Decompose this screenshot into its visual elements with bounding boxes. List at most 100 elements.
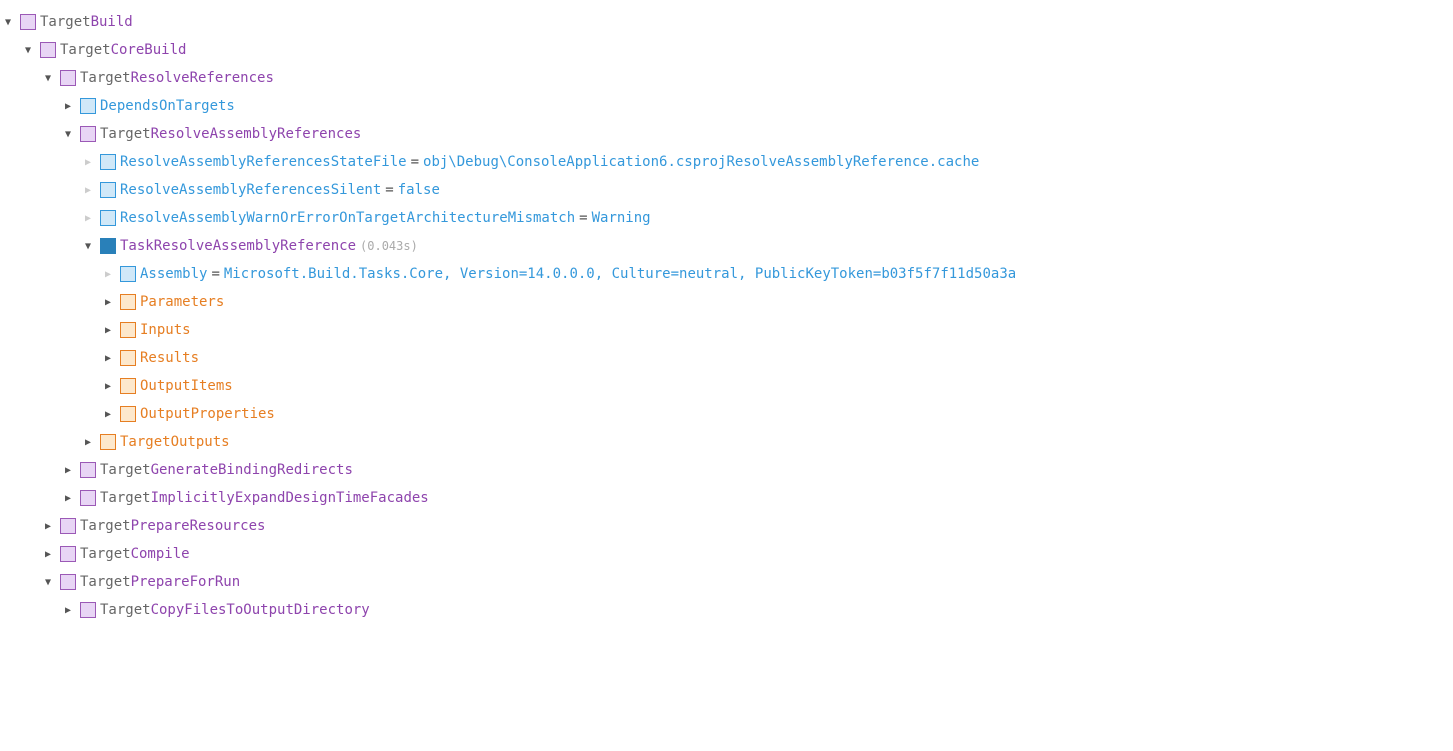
expand-toggle-expanded[interactable] bbox=[0, 14, 16, 30]
node-icon-blue bbox=[100, 210, 116, 226]
node-assign: = bbox=[207, 266, 223, 282]
tree-row-resolvereferences[interactable]: Target ResolveReferences bbox=[0, 64, 1453, 92]
node-name: Assembly bbox=[140, 266, 207, 282]
expand-toggle-expanded[interactable] bbox=[80, 238, 96, 254]
node-prefix: Target bbox=[100, 490, 151, 506]
node-icon-purple bbox=[80, 602, 96, 618]
node-icon-orange bbox=[100, 434, 116, 450]
tree-row-assembly[interactable]: Assembly=Microsoft.Build.Tasks.Core, Ver… bbox=[0, 260, 1453, 288]
node-value: Warning bbox=[592, 210, 651, 226]
node-icon-blue bbox=[120, 266, 136, 282]
node-name: CoreBuild bbox=[111, 42, 187, 58]
node-name: ResolveAssemblyReferences bbox=[151, 126, 362, 142]
node-value: false bbox=[398, 182, 440, 198]
node-name: Build bbox=[91, 14, 133, 30]
node-name: Results bbox=[140, 350, 199, 366]
node-name: ResolveAssemblyReferencesStateFile bbox=[120, 154, 407, 170]
tree-row-compile[interactable]: Target Compile bbox=[0, 540, 1453, 568]
tree-row-resolvetask[interactable]: Task ResolveAssemblyReference(0.043s) bbox=[0, 232, 1453, 260]
tree-row-inputs[interactable]: Inputs bbox=[0, 316, 1453, 344]
node-icon-orange bbox=[120, 350, 136, 366]
tree-row-parameters[interactable]: Parameters bbox=[0, 288, 1453, 316]
expand-toggle-empty bbox=[80, 182, 96, 198]
node-prefix: Target bbox=[100, 462, 151, 478]
node-icon-purple bbox=[60, 70, 76, 86]
tree-row-build[interactable]: Target Build bbox=[0, 8, 1453, 36]
tree-row-results[interactable]: Results bbox=[0, 344, 1453, 372]
node-icon-purple bbox=[80, 462, 96, 478]
expand-toggle-collapsed[interactable] bbox=[60, 490, 76, 506]
node-icon-orange bbox=[120, 406, 136, 422]
node-assign: = bbox=[407, 154, 423, 170]
node-icon-purple bbox=[80, 490, 96, 506]
node-prefix: Target bbox=[60, 42, 111, 58]
expand-toggle-collapsed[interactable] bbox=[60, 98, 76, 114]
expand-toggle-collapsed[interactable] bbox=[80, 434, 96, 450]
node-name: PrepareResources bbox=[131, 518, 266, 534]
node-name: ResolveAssemblyReferencesSilent bbox=[120, 182, 381, 198]
tree-row-implicitlyexpand[interactable]: Target ImplicitlyExpandDesignTimeFacades bbox=[0, 484, 1453, 512]
expand-toggle-empty bbox=[100, 266, 116, 282]
node-name: ResolveAssemblyReference bbox=[154, 238, 356, 254]
node-name: Parameters bbox=[140, 294, 224, 310]
tree-row-resolveassemblyreferences[interactable]: Target ResolveAssemblyReferences bbox=[0, 120, 1453, 148]
node-value: obj\Debug\ConsoleApplication6.csprojReso… bbox=[423, 154, 979, 170]
node-prefix: Target bbox=[100, 602, 151, 618]
expand-toggle-collapsed[interactable] bbox=[60, 462, 76, 478]
node-assign: = bbox=[381, 182, 397, 198]
tree-row-copyfiles[interactable]: Target CopyFilesToOutputDirectory bbox=[0, 596, 1453, 624]
tree-row-statefile[interactable]: ResolveAssemblyReferencesStateFile=obj\D… bbox=[0, 148, 1453, 176]
node-icon-blue bbox=[100, 154, 116, 170]
node-name: DependsOnTargets bbox=[100, 98, 235, 114]
tree-row-silent[interactable]: ResolveAssemblyReferencesSilent=false bbox=[0, 176, 1453, 204]
node-name: ImplicitlyExpandDesignTimeFacades bbox=[151, 490, 429, 506]
node-name: OutputItems bbox=[140, 378, 233, 394]
tree-row-corebuild[interactable]: Target CoreBuild bbox=[0, 36, 1453, 64]
expand-toggle-collapsed[interactable] bbox=[100, 350, 116, 366]
expand-toggle-expanded[interactable] bbox=[40, 574, 56, 590]
tree-row-outputitems[interactable]: OutputItems bbox=[0, 372, 1453, 400]
expand-toggle-collapsed[interactable] bbox=[100, 406, 116, 422]
tree-row-prepareforrun[interactable]: Target PrepareForRun bbox=[0, 568, 1453, 596]
msbuild-tree: Target BuildTarget CoreBuildTarget Resol… bbox=[0, 8, 1453, 624]
expand-toggle-collapsed[interactable] bbox=[100, 378, 116, 394]
expand-toggle-empty bbox=[80, 154, 96, 170]
node-name: PrepareForRun bbox=[131, 574, 241, 590]
node-icon-orange bbox=[120, 294, 136, 310]
node-assign: = bbox=[575, 210, 591, 226]
node-prefix: Target bbox=[100, 126, 151, 142]
node-icon-orange bbox=[120, 378, 136, 394]
node-icon-purple bbox=[60, 518, 76, 534]
node-name: ResolveReferences bbox=[131, 70, 274, 86]
node-icon-purple bbox=[60, 574, 76, 590]
node-prefix: Task bbox=[120, 238, 154, 254]
expand-toggle-collapsed[interactable] bbox=[40, 518, 56, 534]
node-prefix: Target bbox=[40, 14, 91, 30]
node-value: Microsoft.Build.Tasks.Core, Version=14.0… bbox=[224, 266, 1016, 282]
node-name: TargetOutputs bbox=[120, 434, 230, 450]
expand-toggle-collapsed[interactable] bbox=[60, 602, 76, 618]
node-name: Inputs bbox=[140, 322, 191, 338]
node-icon-purple bbox=[60, 546, 76, 562]
node-icon-purple bbox=[80, 126, 96, 142]
expand-toggle-expanded[interactable] bbox=[20, 42, 36, 58]
expand-toggle-empty bbox=[80, 210, 96, 226]
tree-row-generatebinding[interactable]: Target GenerateBindingRedirects bbox=[0, 456, 1453, 484]
expand-toggle-collapsed[interactable] bbox=[100, 294, 116, 310]
tree-row-outputprops[interactable]: OutputProperties bbox=[0, 400, 1453, 428]
node-icon-purple bbox=[20, 14, 36, 30]
tree-row-dependsontargets[interactable]: DependsOnTargets bbox=[0, 92, 1453, 120]
expand-toggle-expanded[interactable] bbox=[40, 70, 56, 86]
expand-toggle-collapsed[interactable] bbox=[40, 546, 56, 562]
node-name: Compile bbox=[131, 546, 190, 562]
tree-row-prepareresources[interactable]: Target PrepareResources bbox=[0, 512, 1453, 540]
tree-row-warnmismatch[interactable]: ResolveAssemblyWarnOrErrorOnTargetArchit… bbox=[0, 204, 1453, 232]
node-icon-purple bbox=[40, 42, 56, 58]
node-prefix: Target bbox=[80, 518, 131, 534]
expand-toggle-collapsed[interactable] bbox=[100, 322, 116, 338]
tree-row-targetoutputs[interactable]: TargetOutputs bbox=[0, 428, 1453, 456]
node-name: OutputProperties bbox=[140, 406, 275, 422]
expand-toggle-expanded[interactable] bbox=[60, 126, 76, 142]
node-name: CopyFilesToOutputDirectory bbox=[151, 602, 370, 618]
node-prefix: Target bbox=[80, 574, 131, 590]
